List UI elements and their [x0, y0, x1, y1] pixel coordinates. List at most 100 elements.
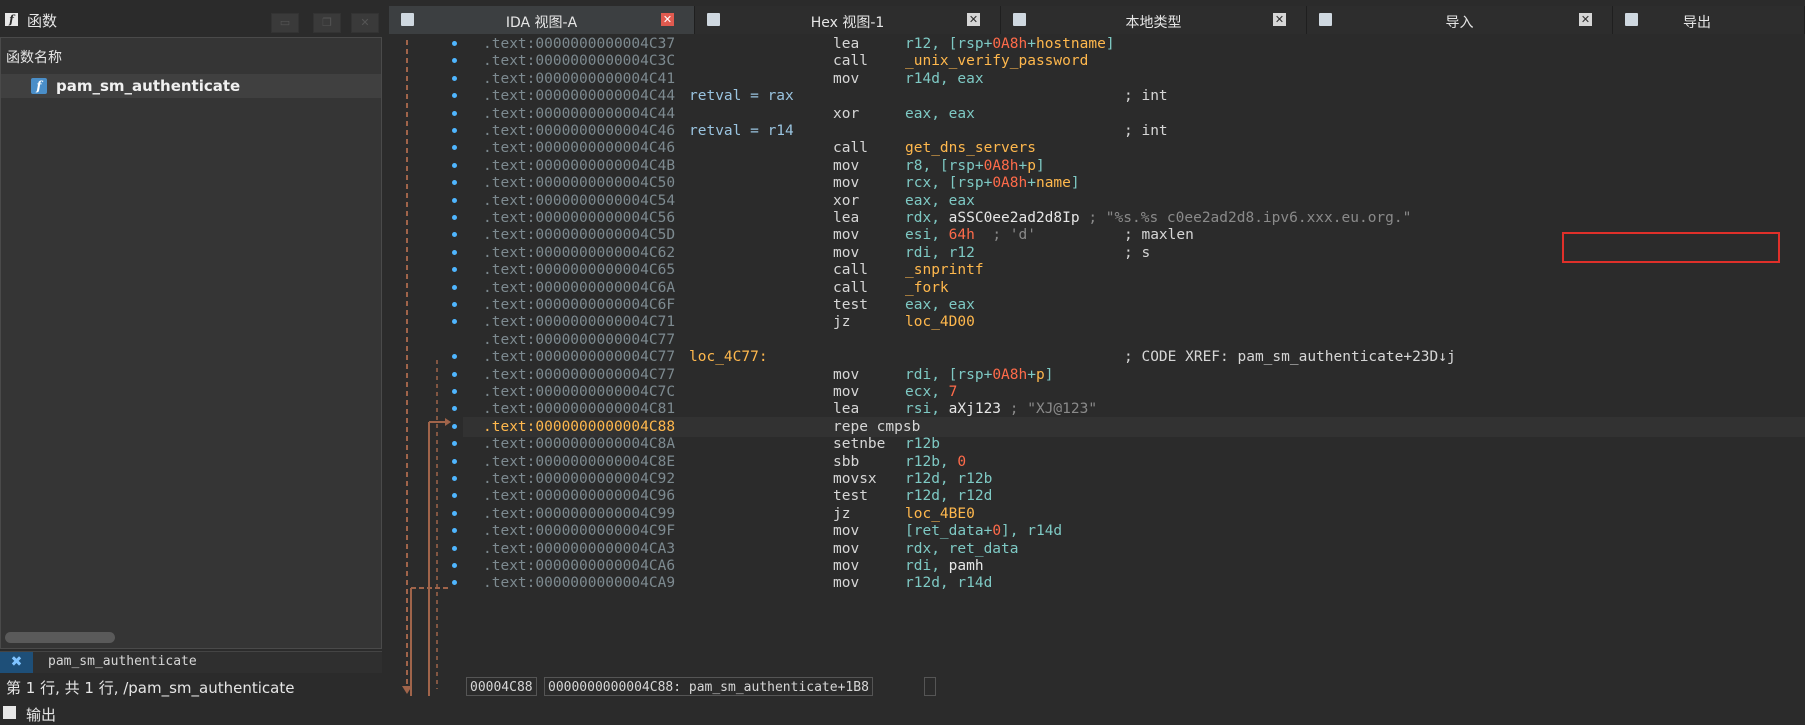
operand-token[interactable]: rdi, r12: [905, 245, 975, 261]
operand-token[interactable]: ret_data: [914, 523, 984, 539]
operand-token[interactable]: _fork: [905, 280, 949, 296]
operand-token[interactable]: p: [1036, 367, 1045, 383]
operand-token[interactable]: r12b: [905, 436, 940, 452]
operand-token[interactable]: hostname: [1036, 36, 1106, 52]
operand-token[interactable]: +: [1027, 36, 1036, 52]
operand-token[interactable]: 64h: [949, 227, 975, 243]
filter-bar[interactable]: ✖ pam_sm_authenticate: [0, 651, 382, 673]
comment[interactable]: ; CODE XREF: pam_sm_authenticate+23D↓j: [1124, 347, 1456, 367]
operand-token[interactable]: r12b,: [905, 454, 957, 470]
operand-token[interactable]: _unix_verify_password: [905, 53, 1088, 69]
list-item[interactable]: f pam_sm_authenticate: [1, 74, 381, 98]
mnemonic[interactable]: xor: [833, 104, 859, 124]
output-label[interactable]: 输出: [26, 704, 56, 725]
operand-token[interactable]: ]: [1071, 175, 1080, 191]
breakpoint-dot[interactable]: [452, 197, 457, 203]
operands[interactable]: r14d, eax: [905, 69, 984, 89]
operand-token[interactable]: 7: [949, 384, 958, 400]
operand-token[interactable]: p: [1027, 158, 1036, 174]
operands[interactable]: r12d, r14d: [905, 573, 992, 593]
operand-token[interactable]: +: [1027, 367, 1036, 383]
tab-local-types[interactable]: 本地类型 ✕: [1001, 6, 1307, 34]
code-label[interactable]: retval = rax: [689, 86, 794, 106]
operand-token[interactable]: +: [1019, 158, 1028, 174]
operand-token[interactable]: rsi,: [905, 401, 949, 417]
operand-token[interactable]: _snprintf: [905, 262, 984, 278]
horizontal-scrollbar[interactable]: [5, 632, 115, 643]
operand-token[interactable]: ]: [1106, 36, 1115, 52]
operands[interactable]: eax, eax: [905, 104, 975, 124]
operand-token[interactable]: aXj123: [949, 401, 1001, 417]
operand-token[interactable]: rdx,: [905, 210, 949, 226]
operand-token[interactable]: ]: [1036, 158, 1045, 174]
operand-token[interactable]: 0: [992, 523, 1001, 539]
operand-token[interactable]: r12d, r12b: [905, 471, 992, 487]
breakpoint-dot[interactable]: [452, 563, 457, 568]
code-label[interactable]: loc_4C77:: [689, 347, 768, 367]
operand-token[interactable]: name: [1036, 175, 1071, 191]
disassembly-view[interactable]: .text:0000000000004C37 lea r12, [rsp+0A8h+…: [389, 34, 1805, 696]
operand-token[interactable]: loc_4D00: [905, 314, 975, 330]
tab-exports[interactable]: 导出: [1613, 6, 1805, 34]
operand-token[interactable]: ecx,: [905, 384, 949, 400]
comment[interactable]: ; int: [1124, 86, 1168, 106]
breakpoint-dot[interactable]: [452, 110, 457, 116]
float-icon[interactable]: ▭: [271, 13, 299, 33]
close-tab-icon[interactable]: ✕: [967, 13, 980, 26]
comment[interactable]: ; int: [1124, 121, 1168, 141]
breakpoint-dot[interactable]: [452, 215, 457, 220]
output-panel-bar[interactable]: 输出: [0, 700, 1805, 725]
operand-token[interactable]: eax, eax: [905, 106, 975, 122]
operand-token[interactable]: 0: [957, 454, 966, 470]
operand-token[interactable]: 0A8h: [992, 36, 1027, 52]
column-header-function-name[interactable]: 函数名称: [6, 47, 62, 67]
function-list[interactable]: 函数名称 f pam_sm_authenticate: [0, 37, 382, 649]
close-tab-icon[interactable]: ✕: [661, 13, 674, 26]
operand-token[interactable]: 0A8h: [992, 367, 1027, 383]
mnemonic[interactable]: mov: [833, 69, 859, 89]
operand-token[interactable]: eax, eax: [905, 193, 975, 209]
code-label[interactable]: retval = r14: [689, 121, 794, 141]
operand-token[interactable]: ]: [1045, 367, 1054, 383]
operand-token[interactable]: rdi, [rsp+: [905, 367, 992, 383]
operand-token[interactable]: r12d, r14d: [905, 575, 992, 591]
close-icon[interactable]: ✕: [351, 13, 379, 33]
tab-ida-view-a[interactable]: IDA 视图-A ✕: [389, 6, 695, 34]
breakpoint-dot[interactable]: [452, 476, 457, 481]
breakpoint-dot[interactable]: [452, 128, 457, 133]
operand-token[interactable]: ], r14d: [1001, 523, 1062, 539]
breakpoint-dot[interactable]: [452, 41, 457, 46]
operand-token[interactable]: rcx, [rsp+: [905, 175, 992, 191]
breakpoint-dot[interactable]: [452, 249, 457, 255]
operand-token[interactable]: 0A8h: [992, 175, 1027, 191]
operand-token[interactable]: r8, [rsp+: [905, 158, 984, 174]
breakpoint-dot[interactable]: [452, 302, 457, 307]
operand-token[interactable]: r14d, eax: [905, 71, 984, 87]
operand-token[interactable]: +: [1027, 175, 1036, 191]
address[interactable]: .text:0000000000004CA9: [483, 573, 675, 593]
breakpoint-dot[interactable]: [452, 371, 457, 377]
filter-input[interactable]: pam_sm_authenticate: [48, 654, 197, 669]
operand-token[interactable]: rdi,: [905, 558, 949, 574]
breakpoint-dot[interactable]: [452, 75, 457, 81]
operand-token[interactable]: rdx, ret_data: [905, 541, 1019, 557]
tab-hex-view-1[interactable]: Hex 视图-1 ✕: [695, 6, 1001, 34]
restore-icon[interactable]: ❐: [313, 13, 341, 33]
mnemonic[interactable]: jz: [833, 312, 850, 332]
close-tab-icon[interactable]: ✕: [1579, 13, 1592, 26]
operand-token[interactable]: +: [984, 523, 993, 539]
breakpoint-dot[interactable]: [452, 510, 457, 516]
breakpoint-dot[interactable]: [452, 284, 457, 290]
operand-token[interactable]: r12, [rsp+: [905, 36, 992, 52]
operand-token[interactable]: 0A8h: [984, 158, 1019, 174]
clear-filter-icon[interactable]: ✖: [0, 652, 33, 673]
tab-imports[interactable]: 导入 ✕: [1307, 6, 1613, 34]
operand-token[interactable]: get_dns_servers: [905, 140, 1036, 156]
close-tab-icon[interactable]: ✕: [1273, 13, 1286, 26]
breakpoint-dot[interactable]: [452, 423, 457, 429]
operand-token[interactable]: loc_4BE0: [905, 506, 975, 522]
comment[interactable]: ; s: [1124, 243, 1150, 263]
breakpoint-dot[interactable]: [452, 162, 457, 168]
function-name[interactable]: pam_sm_authenticate: [56, 77, 240, 95]
operand-token[interactable]: aSSC0ee2ad2d8Ip: [949, 210, 1080, 226]
